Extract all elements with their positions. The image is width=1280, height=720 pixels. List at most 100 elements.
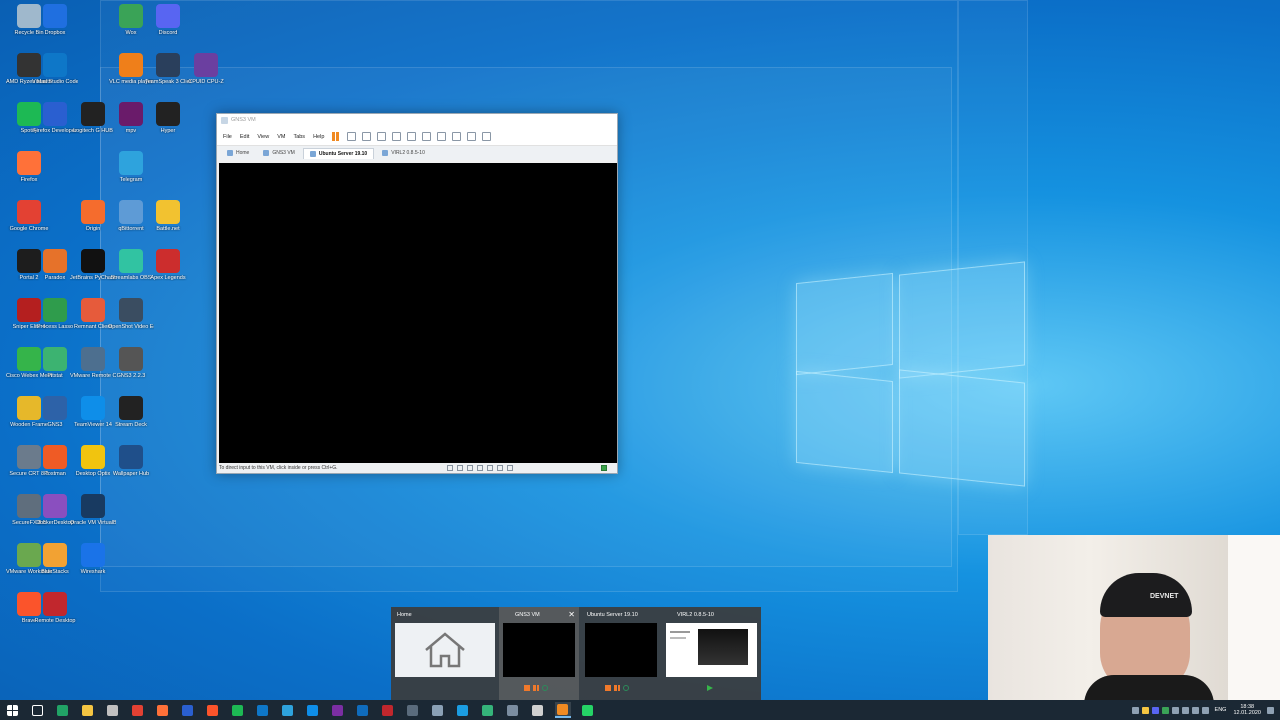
desktop-icon-firefox[interactable]: Firefox [6, 151, 52, 183]
monitor-icon[interactable] [505, 702, 521, 718]
webcam-overlay: DEVNET [988, 535, 1280, 700]
tray-app-icon[interactable] [1181, 706, 1189, 714]
brave-icon[interactable] [205, 702, 221, 718]
desktop-icon-apex-legends[interactable]: Apex Legends [145, 249, 191, 281]
desktop-icon-cpuid-cpu-z[interactable]: CPUID CPU-Z [183, 53, 229, 85]
revert-snapshot-icon[interactable] [377, 132, 387, 141]
outlook-icon[interactable] [355, 702, 371, 718]
volume-icon[interactable] [1201, 706, 1209, 714]
tab-ubuntu-server[interactable]: Ubuntu Server 19.10 [302, 147, 375, 159]
menu-file[interactable]: File [223, 134, 232, 140]
onenote-icon[interactable] [330, 702, 346, 718]
usb-status-icon[interactable] [477, 465, 483, 471]
network-status-icon[interactable] [467, 465, 473, 471]
snapshot-manager-icon[interactable] [392, 132, 402, 141]
menu-help[interactable]: Help [313, 134, 324, 140]
vmware-icon[interactable] [554, 702, 571, 718]
start-icon[interactable] [5, 702, 21, 718]
printer-status-icon[interactable] [497, 465, 503, 471]
unity-icon[interactable] [530, 702, 546, 718]
restart-icon[interactable] [623, 685, 629, 691]
spotify-icon[interactable] [230, 702, 246, 718]
desktop-icon-visual-studio-code[interactable]: Visual Studio Code [32, 53, 78, 85]
thumbnail-ubuntu-server[interactable]: Ubuntu Server 19.10 [581, 607, 663, 700]
tab-gns3-vm[interactable]: GNS3 VM [257, 148, 301, 158]
thumbnail-home[interactable]: Home [391, 607, 497, 700]
telegram-icon[interactable] [280, 702, 296, 718]
desktop-icon-discord[interactable]: Discord [145, 4, 191, 36]
settings-icon[interactable] [105, 702, 121, 718]
sound-status-icon[interactable] [487, 465, 493, 471]
chevron-up-icon[interactable] [1131, 706, 1139, 714]
firefox-dev-icon[interactable] [180, 702, 196, 718]
desktop-icon-wallpaper-hub[interactable]: Wallpaper Hub [108, 445, 154, 477]
stop-icon[interactable] [524, 685, 530, 691]
stretch-guest-icon[interactable] [482, 132, 492, 141]
tab-home[interactable]: Home [221, 148, 255, 158]
thumbnail-gns3-vm[interactable]: GNS3 VM ✕ [499, 607, 579, 700]
message-log-icon[interactable] [601, 465, 607, 471]
menu-edit[interactable]: Edit [240, 134, 249, 140]
excel-like-icon[interactable] [55, 702, 71, 718]
remote-desktop-icon[interactable] [380, 702, 396, 718]
tray-app-icon[interactable] [1151, 706, 1159, 714]
desktop-icon-wireshark[interactable]: Wireshark [70, 543, 116, 575]
gns3-icon[interactable] [480, 702, 496, 718]
menu-view[interactable]: View [257, 134, 269, 140]
app-icon[interactable] [430, 702, 446, 718]
hdd-status-icon[interactable] [447, 465, 453, 471]
notifications-icon[interactable] [1267, 706, 1274, 714]
desktop-icon-telegram[interactable]: Telegram [108, 151, 154, 183]
menu-tabs[interactable]: Tabs [293, 134, 305, 140]
network-icon[interactable] [1191, 706, 1199, 714]
edge-icon[interactable] [455, 702, 471, 718]
cd-status-icon[interactable] [457, 465, 463, 471]
desktop-icon-label: Dropbox [44, 30, 66, 36]
calculator-icon[interactable] [405, 702, 421, 718]
desktop-icon-gns3-2-2-3[interactable]: GNS3 2.2.3 [108, 347, 154, 379]
desktop-icon-hyper[interactable]: Hyper [145, 102, 191, 134]
tray-app-icon[interactable] [1141, 706, 1149, 714]
desktop-icon-battle-net[interactable]: Battle.net [145, 200, 191, 232]
desktop-icon-dropbox[interactable]: Dropbox [32, 4, 78, 36]
tray-app-icon[interactable] [1161, 706, 1169, 714]
whatsapp-icon[interactable] [580, 702, 596, 718]
snapshot-icon[interactable] [362, 132, 372, 141]
clock[interactable]: 18:38 12.01.2020 [1233, 704, 1261, 716]
folder-icon[interactable] [80, 702, 96, 718]
desktop-icon-openshot-video-editor[interactable]: OpenShot Video Editor [108, 298, 154, 330]
desktop-icon-remote-desktop[interactable]: Remote Desktop [32, 592, 78, 624]
tray-app-icon[interactable] [1171, 706, 1179, 714]
menu-vm[interactable]: VM [277, 134, 285, 140]
desktop-icon-stream-deck[interactable]: Stream Deck [108, 396, 154, 428]
vm-titlebar[interactable]: GNS3 VM [217, 114, 617, 128]
task-view-icon[interactable] [30, 702, 46, 718]
show-library-icon[interactable] [407, 132, 417, 141]
display-status-icon[interactable] [507, 465, 513, 471]
vscode-icon[interactable] [255, 702, 271, 718]
pause-icon[interactable] [614, 685, 620, 691]
fullscreen-icon[interactable] [437, 132, 447, 141]
language-indicator[interactable]: ENG [1215, 707, 1227, 713]
stop-icon[interactable] [605, 685, 611, 691]
play-icon[interactable] [707, 685, 713, 691]
vm-console-screen[interactable] [219, 163, 617, 464]
firefox-icon[interactable] [155, 702, 171, 718]
unity-mode-icon[interactable] [452, 132, 462, 141]
thumbnail-virl2[interactable]: VIRL2 0.8.5-10 [663, 607, 761, 700]
restart-icon[interactable] [542, 685, 548, 691]
pause-vm-icon[interactable] [332, 132, 341, 141]
teamviewer-icon[interactable] [305, 702, 321, 718]
desktop-icon-oracle-vm-virtualbox[interactable]: Oracle VM VirtualBox [70, 494, 116, 526]
app-icon [81, 249, 105, 273]
tab-virl2[interactable]: VIRL2 0.8.5-10 [376, 148, 431, 158]
vm-window[interactable]: GNS3 VM File Edit View VM Tabs Help Home… [216, 113, 618, 474]
thumbnail-bar-icon[interactable] [422, 132, 432, 141]
desktop-icon-label: Hyper [160, 128, 176, 134]
send-ctrl-alt-del-icon[interactable] [347, 132, 357, 141]
console-view-icon[interactable] [467, 132, 477, 141]
close-icon[interactable]: ✕ [568, 610, 575, 619]
desktop-icon-google-chrome[interactable]: Google Chrome [6, 200, 52, 232]
pause-icon[interactable] [533, 685, 539, 691]
chrome-icon[interactable] [130, 702, 146, 718]
